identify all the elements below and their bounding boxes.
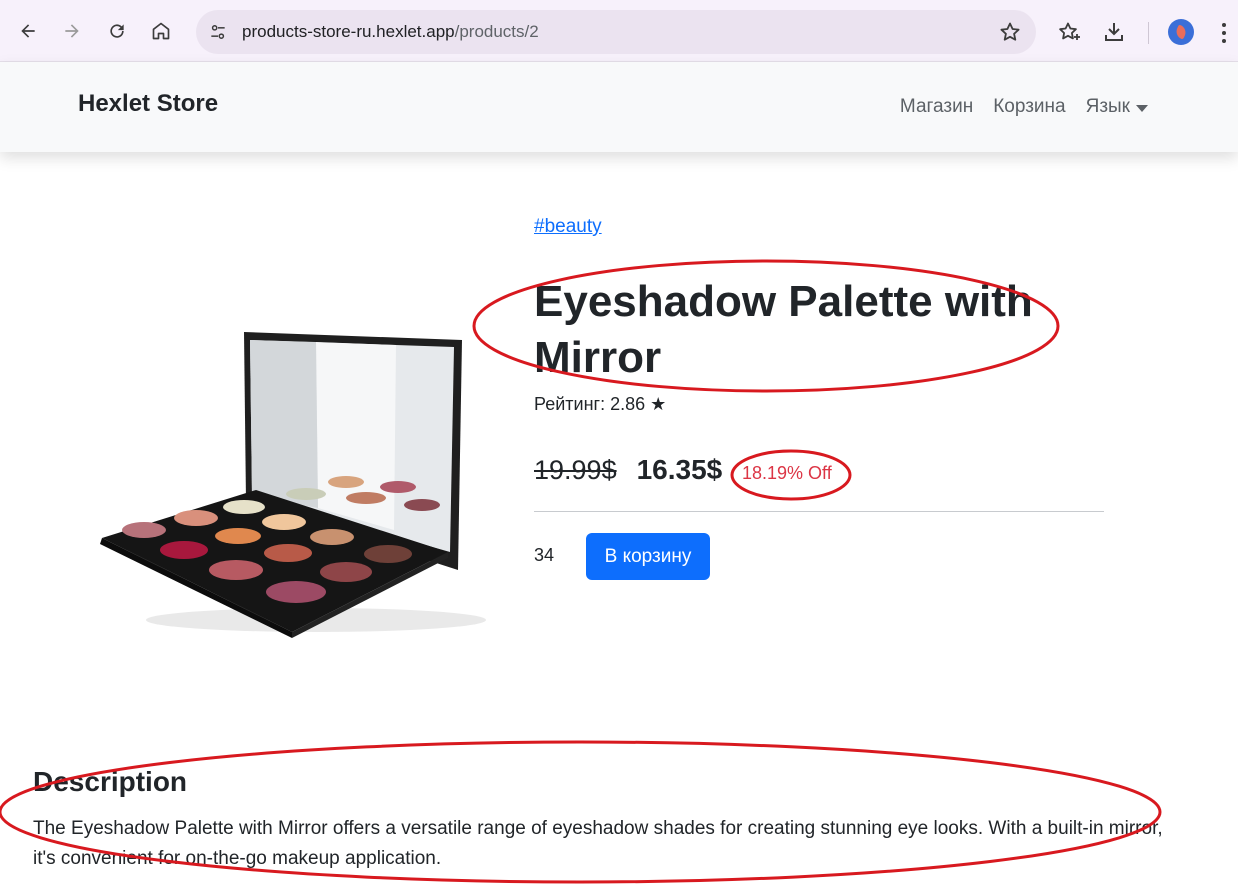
stock-count: 34: [534, 545, 555, 565]
product-title: Eyeshadow Palette with Mirror: [534, 277, 1033, 382]
reload-icon[interactable]: [101, 15, 133, 47]
divider: [534, 511, 1104, 512]
current-price: 16.35$: [636, 454, 723, 485]
site-settings-icon[interactable]: [204, 18, 232, 46]
download-icon[interactable]: [1101, 19, 1127, 45]
description-text: The Eyeshadow Palette with Mirror offers…: [33, 818, 1163, 869]
url-text: products-store-ru.hexlet.app/products/2: [242, 22, 539, 41]
toolbar-divider: [1148, 22, 1149, 44]
old-price: 19.99$: [534, 455, 617, 485]
address-bar[interactable]: products-store-ru.hexlet.app/products/2: [196, 10, 1036, 54]
nav-link-cart[interactable]: Корзина: [993, 96, 1065, 118]
profile-avatar[interactable]: [1168, 19, 1194, 45]
product-image: [96, 320, 496, 640]
price-row: 19.99$ 16.35$: [534, 454, 722, 486]
language-label: Язык: [1085, 96, 1130, 117]
description-heading: Description: [33, 766, 188, 797]
menu-kebab-icon[interactable]: [1218, 20, 1230, 46]
brand-logo[interactable]: Hexlet Store: [78, 90, 218, 118]
back-arrow-icon[interactable]: [12, 15, 44, 47]
site-navbar: Hexlet Store Магазин Корзина Язык: [0, 62, 1238, 152]
nav-links: Магазин Корзина Язык: [900, 96, 1148, 118]
bookmarks-icon[interactable]: [1056, 19, 1082, 45]
browser-toolbar: products-store-ru.hexlet.app/products/2: [0, 0, 1238, 62]
product-rating: Рейтинг: 2.86 ★: [534, 394, 667, 414]
category-tag-link[interactable]: #beauty: [534, 216, 602, 238]
chevron-down-icon: [1136, 104, 1148, 112]
discount-badge: 18.19% Off: [742, 463, 832, 483]
bookmark-star-icon[interactable]: [998, 20, 1022, 44]
forward-arrow-icon[interactable]: [56, 15, 88, 47]
language-dropdown[interactable]: Язык: [1086, 96, 1148, 118]
nav-link-shop[interactable]: Магазин: [900, 96, 973, 118]
home-icon[interactable]: [145, 15, 177, 47]
add-to-cart-button[interactable]: В корзину: [586, 533, 710, 580]
